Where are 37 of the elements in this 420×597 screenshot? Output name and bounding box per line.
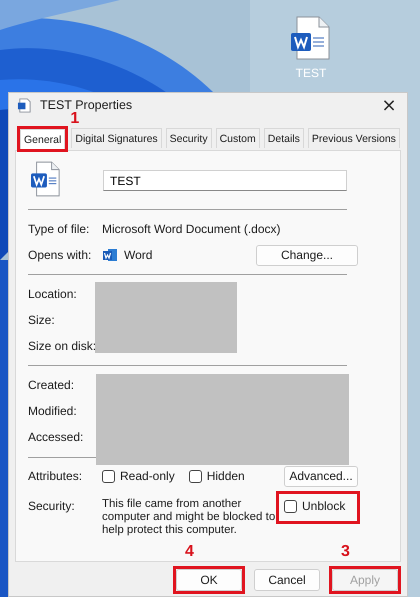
app-icon [102,247,118,263]
field-label: Attributes: [28,469,84,483]
field-label: Opens with: [28,248,92,262]
tab[interactable]: Details [264,128,304,148]
app-name: Word [124,248,152,262]
close-button[interactable]: × [375,92,403,118]
field-label: Accessed: [28,429,84,446]
file-type-value: Microsoft Word Document (.docx) [102,222,280,236]
tab[interactable]: Custom [216,128,260,148]
dialog-button[interactable]: OK [176,569,242,591]
field-label: Size: [28,312,56,329]
step-number: 1 [70,111,80,127]
step-number: 4 [185,544,194,560]
step-number: 3 [341,544,350,560]
document-icon[interactable] [291,16,331,60]
field-label: Modified: [28,403,78,420]
document-icon [31,161,61,197]
advanced-button[interactable]: Advanced... [284,466,358,486]
unblock-checkbox[interactable]: Unblock [284,499,346,513]
dialog-button[interactable]: Cancel [254,569,320,591]
tab[interactable]: Security [166,128,212,148]
change-button[interactable]: Change... [256,244,358,266]
window-title: TEST Properties [40,98,132,112]
field-label: Security: [28,499,76,513]
field-label: Type of file: [28,222,90,236]
tab[interactable]: Digital Signatures [71,128,162,148]
file-label: TEST [296,66,326,80]
field-label: Created: [28,377,76,394]
tab[interactable]: Previous Versions [308,128,400,148]
checkbox[interactable]: Read-only [102,469,175,483]
checkbox[interactable]: Hidden [188,469,245,483]
security-message: This file came from another computer and might be blocked to help protect this computer. [102,498,276,537]
file-name-field[interactable]: TEST [103,170,347,191]
document-icon [17,98,32,112]
field-label: Size on disk: [28,338,98,355]
field-label: Location: [28,286,78,303]
tab[interactable]: General [20,129,66,149]
